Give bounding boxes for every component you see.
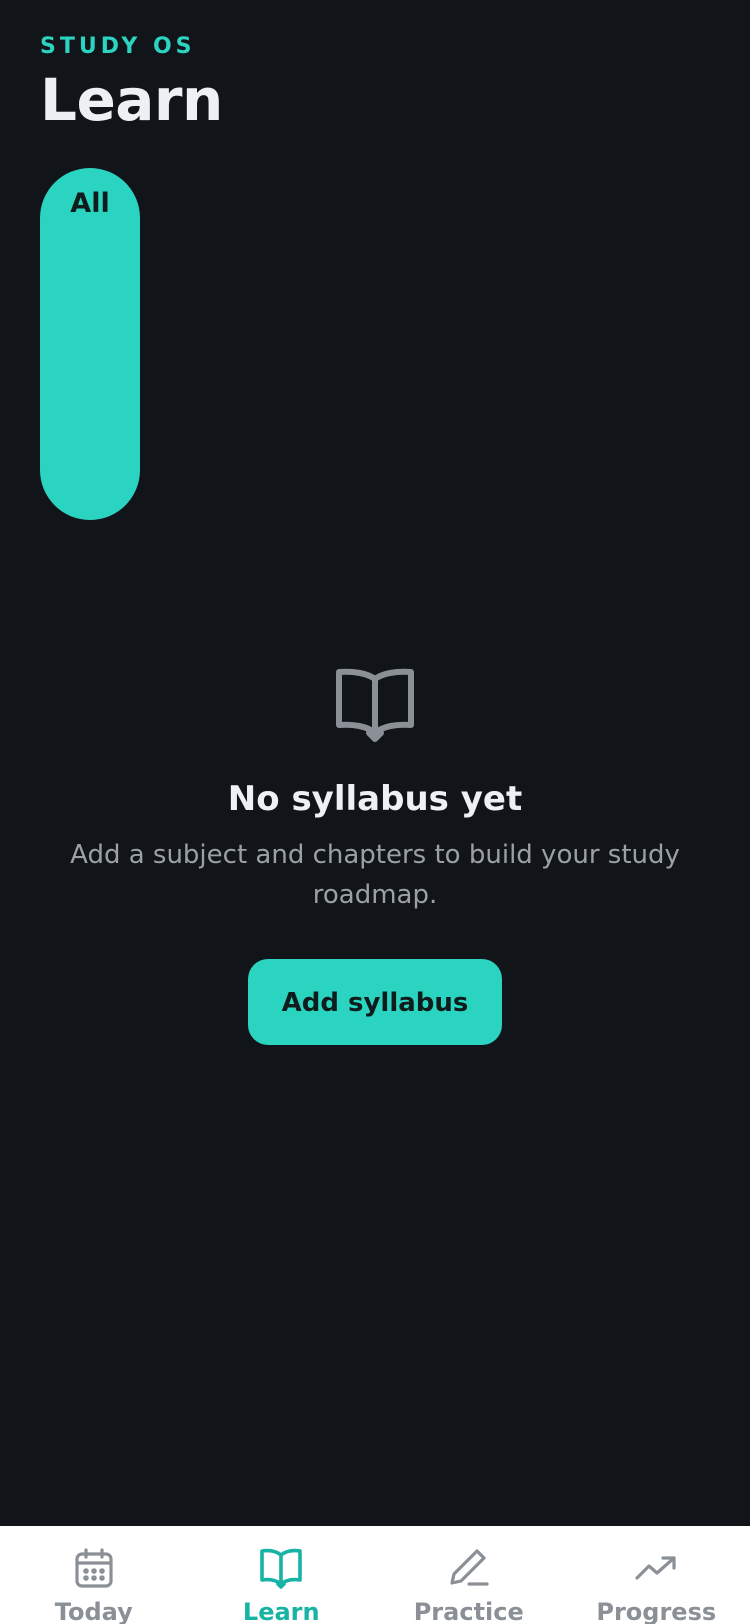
- calendar-icon: [75, 1548, 113, 1588]
- empty-state: No syllabus yet Add a subject and chapte…: [0, 665, 750, 1045]
- learn-screen: STUDY OS Learn All No syllabus yet Add a…: [0, 0, 750, 1624]
- book-icon: [260, 1548, 303, 1589]
- filter-chip-label: All: [70, 188, 110, 219]
- bottom-nav: Today Learn Practice Progress: [0, 1526, 750, 1624]
- app-eyebrow: STUDY OS: [40, 34, 196, 59]
- add-syllabus-button[interactable]: Add syllabus: [248, 959, 502, 1045]
- empty-state-description: Add a subject and chapters to build your…: [70, 840, 680, 910]
- nav-label-practice: Practice: [413, 1598, 524, 1624]
- page-title: Learn: [40, 66, 223, 134]
- trending-up-icon: [635, 1556, 676, 1580]
- nav-label-progress: Progress: [596, 1598, 717, 1624]
- nav-label-today: Today: [54, 1598, 133, 1624]
- empty-state-title: No syllabus yet: [227, 779, 523, 819]
- nav-item-today[interactable]: Today: [0, 1526, 188, 1624]
- nav-label-learn: Learn: [242, 1598, 320, 1624]
- filter-chip-all[interactable]: All: [40, 168, 140, 520]
- open-book-icon: [336, 668, 414, 742]
- nav-item-progress[interactable]: Progress: [563, 1526, 750, 1624]
- nav-item-learn[interactable]: Learn: [188, 1526, 376, 1624]
- pencil-icon: [450, 1549, 489, 1586]
- nav-item-practice[interactable]: Practice: [375, 1526, 563, 1624]
